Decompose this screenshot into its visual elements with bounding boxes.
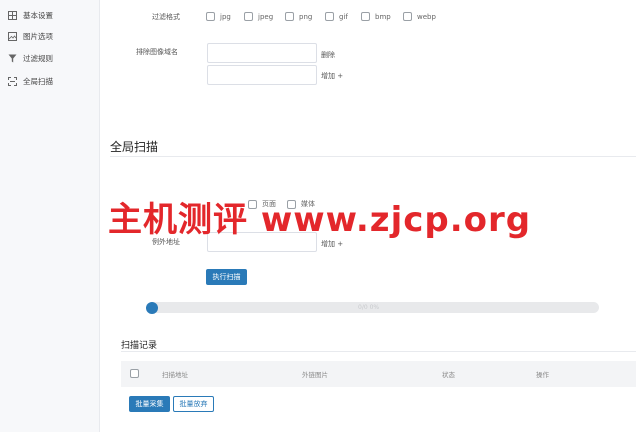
scan-progress-indicator [146,302,158,314]
select-all-checkbox[interactable] [130,369,139,378]
scan-records-title: 扫描记录 [121,341,158,351]
format-checkbox[interactable] [285,12,294,21]
format-option-label: webp [417,12,436,21]
sidebar-item-label: 过滤规则 [23,53,53,63]
format-option-label: gif [339,12,348,21]
sidebar: 基本设置 图片选项 过滤规则 全局扫描 [0,0,100,432]
sidebar-item-global-scan[interactable]: 全局扫描 [8,74,53,88]
sidebar-item-filter-rules[interactable]: 过滤规则 [8,51,53,65]
exclude-domain-input[interactable] [207,43,317,63]
scan-icon [8,76,17,86]
format-checkbox[interactable] [206,12,215,21]
format-checkbox[interactable] [403,12,412,21]
batch-collect-button[interactable]: 批量采集 [129,396,170,412]
grid-icon [8,10,17,20]
sidebar-item-image-options[interactable]: 图片选项 [8,29,53,43]
sidebar-item-label: 全局扫描 [23,76,53,86]
batch-abandon-button[interactable]: 批量放弃 [173,396,214,412]
exclude-domain-label: 排除图像域名 [136,48,178,56]
filter-icon [8,54,17,63]
format-checkbox[interactable] [325,12,334,21]
format-option-label: bmp [375,12,391,21]
format-option-label: jpeg [258,12,274,21]
filter-format-label: 过滤格式 [152,13,180,21]
format-option-label: png [299,12,313,21]
global-scan-title: 全局扫描 [110,140,159,154]
format-option-jpg[interactable]: jpg [206,12,231,21]
records-table-header: 扫描地址 外链图片 状态 操作 [121,361,636,387]
delete-domain-link[interactable]: 删除 [321,50,335,60]
column-header: 外链图片 [302,371,328,379]
column-header: 扫描地址 [162,371,188,379]
image-icon [8,31,17,41]
add-domain-link[interactable]: 增加 + [321,71,343,81]
format-option-png[interactable]: png [285,12,312,21]
sidebar-item-basic-settings[interactable]: 基本设置 [8,8,53,22]
column-header: 操作 [536,371,549,379]
scan-progress-text: 0/0 0% [358,304,380,311]
format-option-label: jpg [220,12,231,21]
format-checkbox[interactable] [361,12,370,21]
watermark-text: 主机测评 www.zjcp.org [108,200,532,240]
format-option-jpeg[interactable]: jpeg [244,12,273,21]
column-header: 状态 [442,371,455,379]
format-option-webp[interactable]: webp [403,12,436,21]
records-divider [121,351,636,352]
format-option-bmp[interactable]: bmp [361,12,391,21]
sidebar-item-label: 基本设置 [23,10,53,20]
exclude-domain-input-2[interactable] [207,65,317,85]
section-divider [110,156,636,157]
format-checkbox[interactable] [244,12,253,21]
format-option-gif[interactable]: gif [325,12,348,21]
sidebar-item-label: 图片选项 [23,31,53,41]
run-scan-button[interactable]: 执行扫描 [206,269,247,285]
